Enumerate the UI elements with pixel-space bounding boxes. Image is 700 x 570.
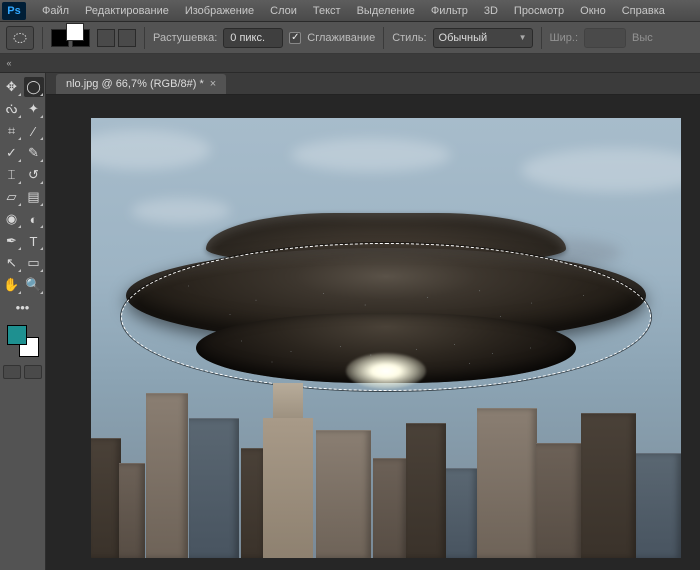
skyline (91, 378, 681, 558)
tool-clone-stamp[interactable]: ⌶ (2, 165, 22, 185)
tool-dodge[interactable]: ◐ (24, 209, 44, 229)
menu-image[interactable]: Изображение (177, 2, 262, 20)
menu-3d[interactable]: 3D (476, 2, 506, 20)
canvas[interactable] (91, 118, 681, 558)
tool-eyedropper[interactable]: ⁄ (24, 121, 44, 141)
height-label: Выс (632, 32, 653, 44)
separator (383, 27, 384, 49)
quick-mask-icon[interactable] (3, 365, 21, 379)
tool-gradient[interactable]: ▤ (24, 187, 44, 207)
style-value: Обычный (439, 32, 488, 44)
feather-label: Растушевка: (153, 32, 217, 44)
collapse-icon[interactable]: « (2, 58, 16, 68)
feather-field[interactable]: 0 пикс. (223, 28, 283, 48)
tool-path-select[interactable]: ↖ (2, 253, 22, 273)
workspace: ✥◯ᔔ✦⌗⁄✓✎⌶↺▱▤◉◐✒T↖▭✋🔍••• nlo.jpg @ 66,7% … (0, 73, 700, 570)
chevron-down-icon: ▼ (519, 33, 527, 42)
menu-layers[interactable]: Слои (262, 2, 305, 20)
tool-more[interactable]: ••• (2, 297, 44, 317)
antialias-label: Сглаживание (307, 32, 375, 44)
tool-type[interactable]: T (24, 231, 44, 251)
cloud (521, 148, 681, 192)
tool-history-brush[interactable]: ↺ (24, 165, 44, 185)
tool-marquee-ellipse[interactable]: ◯ (24, 77, 44, 97)
antialias-checkbox[interactable]: ✓ (289, 32, 301, 44)
tool-rectangle[interactable]: ▭ (24, 253, 44, 273)
tool-magic-wand[interactable]: ✦ (24, 99, 44, 119)
color-swatches[interactable] (7, 325, 39, 357)
menu-text[interactable]: Текст (305, 2, 349, 20)
tool-spot-heal[interactable]: ✓ (2, 143, 22, 163)
separator (541, 27, 542, 49)
canvas-viewport[interactable] (46, 95, 700, 570)
marquee-mode-group (51, 29, 136, 47)
style-label: Стиль: (392, 32, 426, 44)
width-field (584, 28, 626, 48)
mode-intersect-icon[interactable] (118, 29, 136, 47)
document-tab-row: nlo.jpg @ 66,7% (RGB/8#) * × (46, 73, 700, 95)
tower (263, 383, 313, 558)
panel-tab-strip: « (0, 54, 700, 73)
toolbox: ✥◯ᔔ✦⌗⁄✓✎⌶↺▱▤◉◐✒T↖▭✋🔍••• (0, 73, 46, 570)
document-area: nlo.jpg @ 66,7% (RGB/8#) * × (46, 73, 700, 570)
width-label: Шир.: (550, 32, 578, 44)
style-dropdown[interactable]: Обычный ▼ (433, 28, 533, 48)
screen-mode-icon[interactable] (24, 365, 42, 379)
ufo-object (126, 213, 646, 393)
mode-add-icon[interactable] (72, 29, 94, 47)
menu-file[interactable]: Файл (34, 2, 77, 20)
separator (144, 27, 145, 49)
menu-edit[interactable]: Редактирование (77, 2, 177, 20)
menu-filter[interactable]: Фильтр (423, 2, 476, 20)
mode-subtract-icon[interactable] (97, 29, 115, 47)
close-icon[interactable]: × (210, 78, 216, 90)
menu-bar: Ps Файл Редактирование Изображение Слои … (0, 0, 700, 22)
menu-view[interactable]: Просмотр (506, 2, 572, 20)
tool-brush[interactable]: ✎ (24, 143, 44, 163)
menu-window[interactable]: Окно (572, 2, 614, 20)
document-title: nlo.jpg @ 66,7% (RGB/8#) * (66, 78, 204, 90)
tool-crop[interactable]: ⌗ (2, 121, 22, 141)
cloud (291, 138, 451, 172)
cloud (91, 130, 211, 170)
menu-select[interactable]: Выделение (349, 2, 423, 20)
menu-help[interactable]: Справка (614, 2, 673, 20)
options-bar: Растушевка: 0 пикс. ✓ Сглаживание Стиль:… (0, 22, 700, 54)
foreground-color[interactable] (7, 325, 27, 345)
tool-hand[interactable]: ✋ (2, 275, 22, 295)
separator (42, 27, 43, 49)
selection-marquee (121, 243, 651, 391)
tool-pen[interactable]: ✒ (2, 231, 22, 251)
tool-blur[interactable]: ◉ (2, 209, 22, 229)
tool-eraser[interactable]: ▱ (2, 187, 22, 207)
tool-move[interactable]: ✥ (2, 77, 22, 97)
active-tool-icon[interactable] (6, 26, 34, 50)
app-logo: Ps (2, 2, 26, 20)
tool-lasso[interactable]: ᔔ (2, 99, 22, 119)
tool-zoom[interactable]: 🔍 (24, 275, 44, 295)
document-tab[interactable]: nlo.jpg @ 66,7% (RGB/8#) * × (56, 74, 226, 94)
